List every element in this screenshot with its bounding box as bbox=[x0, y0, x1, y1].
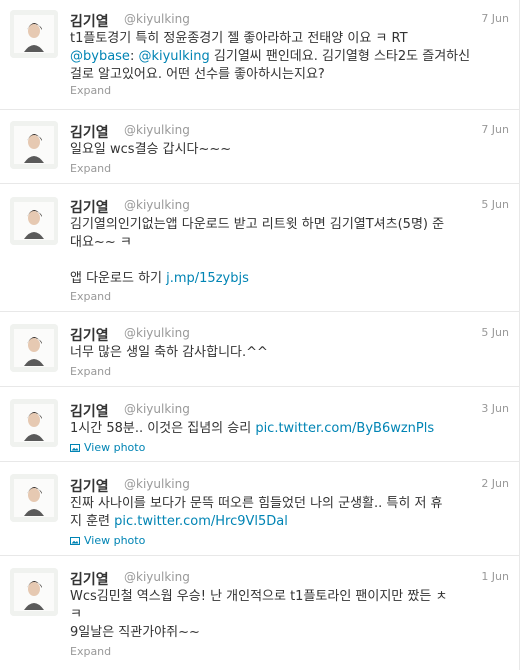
tweet-header: 김기열 @kiyulking 5 Jun bbox=[70, 325, 509, 345]
tweet-text-line: Wcs김민철 역스웝 우승! 난 개인적으로 t1플토라인 팬이지만 짰든 ㅊ bbox=[70, 589, 448, 604]
expand-link[interactable]: Expand bbox=[70, 645, 111, 658]
tweet-text-line: 지 훈련 pic.twitter.com/Hrc9Vl5Dal bbox=[70, 513, 510, 531]
tweet-timestamp[interactable]: 5 Jun bbox=[481, 198, 509, 211]
url-link[interactable]: j.mp/15zybjs bbox=[166, 271, 249, 286]
user-fullname[interactable]: 김기열 bbox=[70, 325, 109, 345]
user-fullname[interactable]: 김기열 bbox=[70, 11, 109, 31]
user-handle[interactable]: @kiyulking bbox=[124, 326, 190, 340]
tweet-text: 김기열의인기없는앱 다운로드 받고 리트윗 하면 김기열T셔츠(5명) 준 대요… bbox=[70, 216, 510, 288]
view-photo-link[interactable]: View photo bbox=[70, 534, 145, 548]
tweet-text-fragment: 김기열씨 팬인데요. 김기열형 스타2도 즐겨하신 bbox=[209, 49, 471, 64]
user-handle[interactable]: @kiyulking bbox=[124, 477, 190, 491]
view-photo-label: View photo bbox=[84, 441, 146, 454]
mention-link[interactable]: @kiyulking bbox=[138, 49, 209, 64]
user-handle[interactable]: @kiyulking bbox=[124, 570, 190, 584]
expand-link[interactable]: Expand bbox=[70, 84, 111, 97]
tweet-timestamp[interactable]: 7 Jun bbox=[481, 123, 509, 136]
tweet-item[interactable]: 김기열 @kiyulking 7 Jun 일요일 wcs결승 갑시다~~~ Ex… bbox=[0, 110, 519, 184]
tweet-text-line: 김기열의인기없는앱 다운로드 받고 리트윗 하면 김기열T셔츠(5명) 준 bbox=[70, 217, 445, 232]
user-handle[interactable]: @kiyulking bbox=[124, 12, 190, 26]
tweet-text-fragment: 1시간 58분.. 이것은 집념의 승리 bbox=[70, 421, 256, 436]
tweet-item[interactable]: 김기열 @kiyulking 5 Jun 너무 많은 생일 축하 감사합니다.^… bbox=[0, 312, 519, 387]
tweet-text: 너무 많은 생일 축하 감사합니다.^^ bbox=[70, 344, 510, 362]
view-photo-label: View photo bbox=[84, 534, 146, 547]
tweet-header: 김기열 @kiyulking 7 Jun bbox=[70, 122, 509, 142]
tweet-text: t1플토경기 특히 정윤종경기 젤 좋아라하고 전태양 이요 ㅋ RT @byb… bbox=[70, 30, 510, 84]
tweet-text-line: @bybase: @kiyulking 김기열씨 팬인데요. 김기열형 스타2도… bbox=[70, 48, 510, 66]
tweet-header: 김기열 @kiyulking 2 Jun bbox=[70, 476, 509, 496]
user-fullname[interactable]: 김기열 bbox=[70, 401, 109, 421]
avatar[interactable] bbox=[10, 324, 58, 372]
tweet-text-line: 걸로 알고있어요. 어떤 선수를 좋아하시는지요? bbox=[70, 67, 325, 82]
photo-link[interactable]: pic.twitter.com/ByB6wznPls bbox=[255, 421, 434, 436]
tweet-text-line: 9일날은 직관가야쥐~~ bbox=[70, 625, 200, 640]
tweet-header: 김기열 @kiyulking 7 Jun bbox=[70, 11, 509, 31]
avatar[interactable] bbox=[10, 197, 58, 245]
tweet-item[interactable]: 김기열 @kiyulking 1 Jun Wcs김민철 역스웝 우승! 난 개인… bbox=[0, 556, 519, 670]
tweet-text: 진짜 사나이를 보다가 문뜩 떠오른 힘들었던 나의 군생활.. 특히 저 휴 … bbox=[70, 495, 510, 531]
tweet-text-line: 진짜 사나이를 보다가 문뜩 떠오른 힘들었던 나의 군생활.. 특히 저 휴 bbox=[70, 496, 443, 511]
mention-link[interactable]: @bybase bbox=[70, 49, 130, 64]
tweet-text-line: 너무 많은 생일 축하 감사합니다.^^ bbox=[70, 345, 268, 360]
tweet-item[interactable]: 김기열 @kiyulking 7 Jun t1플토경기 특히 정윤종경기 젤 좋… bbox=[0, 0, 519, 110]
tweet-text-line: 일요일 wcs결승 갑시다~~~ bbox=[70, 142, 232, 157]
tweet-text: Wcs김민철 역스웝 우승! 난 개인적으로 t1플토라인 팬이지만 짰든 ㅊ … bbox=[70, 588, 510, 642]
avatar[interactable] bbox=[10, 568, 58, 616]
tweet-timestamp[interactable]: 7 Jun bbox=[481, 12, 509, 25]
user-fullname[interactable]: 김기열 bbox=[70, 569, 109, 589]
user-handle[interactable]: @kiyulking bbox=[124, 123, 190, 137]
tweet-timestamp[interactable]: 5 Jun bbox=[481, 326, 509, 339]
tweet-timeline: 김기열 @kiyulking 7 Jun t1플토경기 특히 정윤종경기 젤 좋… bbox=[0, 0, 520, 670]
tweet-text-fragment: 지 훈련 bbox=[70, 514, 115, 529]
user-fullname[interactable]: 김기열 bbox=[70, 122, 109, 142]
tweet-timestamp[interactable]: 3 Jun bbox=[481, 402, 509, 415]
tweet-item[interactable]: 김기열 @kiyulking 2 Jun 진짜 사나이를 보다가 문뜩 떠오른 … bbox=[0, 462, 519, 556]
tweet-text-line: t1플토경기 특히 정윤종경기 젤 좋아라하고 전태양 이요 ㅋ RT bbox=[70, 31, 408, 46]
tweet-timestamp[interactable]: 1 Jun bbox=[481, 570, 509, 583]
tweet-text-line: 1시간 58분.. 이것은 집념의 승리 pic.twitter.com/ByB… bbox=[70, 420, 510, 438]
tweet-item[interactable]: 김기열 @kiyulking 3 Jun 1시간 58분.. 이것은 집념의 승… bbox=[0, 387, 519, 462]
tweet-header: 김기열 @kiyulking 3 Jun bbox=[70, 401, 509, 421]
tweet-timestamp[interactable]: 2 Jun bbox=[481, 477, 509, 490]
expand-link[interactable]: Expand bbox=[70, 290, 111, 303]
photo-icon bbox=[70, 537, 80, 545]
tweet-header: 김기열 @kiyulking 1 Jun bbox=[70, 569, 509, 589]
tweet-text-line: ㅋ bbox=[70, 607, 82, 622]
expand-link[interactable]: Expand bbox=[70, 365, 111, 378]
avatar[interactable] bbox=[10, 121, 58, 169]
paragraph-break bbox=[70, 252, 510, 270]
avatar[interactable] bbox=[10, 10, 58, 58]
tweet-text-line: 앱 다운로드 하기 j.mp/15zybjs bbox=[70, 270, 510, 288]
user-handle[interactable]: @kiyulking bbox=[124, 198, 190, 212]
tweet-item[interactable]: 김기열 @kiyulking 5 Jun 김기열의인기없는앱 다운로드 받고 리… bbox=[0, 184, 519, 312]
tweet-header: 김기열 @kiyulking 5 Jun bbox=[70, 197, 509, 217]
user-handle[interactable]: @kiyulking bbox=[124, 402, 190, 416]
user-fullname[interactable]: 김기열 bbox=[70, 476, 109, 496]
tweet-text: 1시간 58분.. 이것은 집념의 승리 pic.twitter.com/ByB… bbox=[70, 420, 510, 438]
view-photo-link[interactable]: View photo bbox=[70, 441, 145, 455]
photo-link[interactable]: pic.twitter.com/Hrc9Vl5Dal bbox=[114, 514, 288, 529]
tweet-text-line: 대요~~ ㅋ bbox=[70, 235, 132, 250]
expand-link[interactable]: Expand bbox=[70, 162, 111, 175]
avatar[interactable] bbox=[10, 399, 58, 447]
tweet-text: 일요일 wcs결승 갑시다~~~ bbox=[70, 141, 510, 159]
user-fullname[interactable]: 김기열 bbox=[70, 197, 109, 217]
photo-icon bbox=[70, 444, 80, 452]
tweet-text-fragment: 앱 다운로드 하기 bbox=[70, 271, 167, 286]
avatar[interactable] bbox=[10, 474, 58, 522]
